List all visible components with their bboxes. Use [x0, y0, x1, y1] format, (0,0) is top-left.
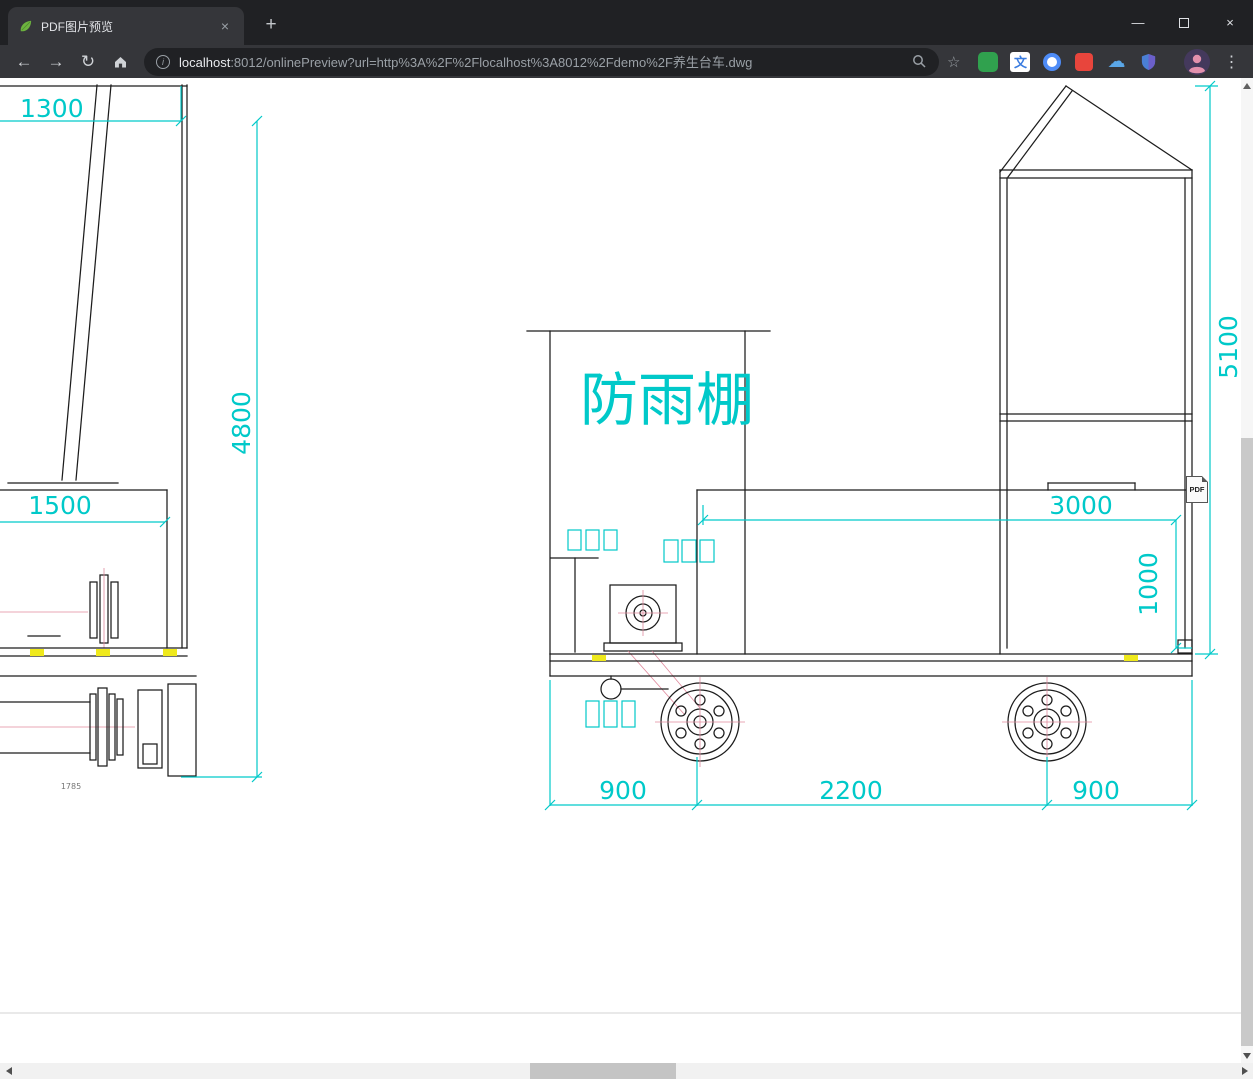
dim-front-overhang: 900	[599, 776, 647, 805]
dim-body-height: 1000	[1134, 552, 1163, 616]
extensions-row: 文 ☁	[978, 51, 1158, 72]
scroll-down-arrow[interactable]	[1241, 1048, 1253, 1063]
scroll-up-arrow[interactable]	[1241, 78, 1253, 93]
bookmark-star-icon[interactable]: ☆	[947, 53, 960, 71]
tab-title: PDF图片预览	[41, 19, 114, 34]
right-arrow-icon	[1241, 1067, 1248, 1075]
dim-left-top-width: 1300	[20, 94, 84, 123]
browser-window: PDF图片预览 × + — × ← → ↻ i localhost:8012/o…	[0, 0, 1253, 1079]
tab-close-icon[interactable]: ×	[216, 17, 234, 35]
dim-tank-width: 1500	[28, 491, 92, 520]
window-minimize-button[interactable]: —	[1115, 0, 1161, 45]
page-info-icon[interactable]: i	[156, 54, 170, 69]
zoom-icon[interactable]	[912, 54, 927, 69]
new-tab-button[interactable]: +	[258, 12, 284, 38]
red-square-icon	[1075, 52, 1094, 71]
window-controls: — ×	[1115, 0, 1253, 45]
extension-icon-blue-ring[interactable]	[1042, 52, 1062, 72]
spring-leaf-favicon	[20, 20, 32, 31]
extension-icon-translate[interactable]: 文	[1010, 51, 1031, 72]
dim-wheelbase: 2200	[819, 776, 883, 805]
forward-button[interactable]: →	[42, 48, 70, 76]
browser-tab[interactable]: PDF图片预览 ×	[8, 7, 244, 45]
left-arrow-icon	[5, 1067, 12, 1075]
vertical-scrollbar-thumb[interactable]	[1241, 438, 1253, 1046]
dim-left-height: 4800	[227, 391, 256, 455]
browser-toolbar: ← → ↻ i localhost:8012/onlinePreview?url…	[0, 45, 1253, 78]
dim-right-height: 5100	[1214, 315, 1241, 379]
shield-icon	[1141, 53, 1156, 70]
cad-drawing: 1785 1300 4800 1500 防雨棚 900 2200 900 300…	[0, 80, 1241, 1014]
scroll-left-arrow[interactable]	[0, 1063, 17, 1079]
vertical-scrollbar[interactable]	[1241, 78, 1253, 1063]
window-maximize-button[interactable]	[1161, 0, 1207, 45]
dim-rear-overhang: 900	[1072, 776, 1120, 805]
home-button[interactable]	[106, 48, 134, 76]
shelter-label: 防雨棚	[580, 366, 754, 434]
extension-icon-cloud[interactable]: ☁	[1106, 51, 1126, 72]
browser-titlebar: PDF图片预览 × + — ×	[0, 0, 1253, 45]
dim-body-width: 3000	[1049, 491, 1113, 520]
back-button[interactable]: ←	[10, 48, 38, 76]
dwg-preview-page: 1785 1300 4800 1500 防雨棚 900 2200 900 300…	[0, 78, 1241, 1063]
scroll-right-arrow[interactable]	[1236, 1063, 1253, 1079]
url-path: :8012/onlinePreview?url=http%3A%2F%2Floc…	[230, 55, 753, 70]
home-icon	[114, 56, 126, 67]
profile-avatar[interactable]	[1184, 48, 1211, 75]
url-host: localhost	[179, 55, 231, 70]
address-bar[interactable]: i localhost:8012/onlinePreview?url=http%…	[144, 47, 939, 76]
pdf-file-icon[interactable]: PDF	[1186, 476, 1208, 503]
browser-menu-icon[interactable]: ⋮	[1218, 48, 1244, 76]
extension-icon-red[interactable]	[1074, 52, 1094, 72]
dim-base-small: 1785	[61, 782, 81, 791]
extension-icon-shield[interactable]	[1138, 52, 1158, 72]
extension-icon-green[interactable]	[978, 51, 999, 72]
down-arrow-icon	[1243, 1052, 1251, 1059]
url-text[interactable]: localhost:8012/onlinePreview?url=http%3A…	[179, 52, 903, 71]
up-arrow-icon	[1243, 82, 1251, 89]
blue-ring-icon	[1043, 52, 1062, 71]
horizontal-scrollbar[interactable]	[0, 1063, 1253, 1079]
window-close-button[interactable]: ×	[1207, 0, 1253, 45]
maximize-icon	[1179, 17, 1189, 28]
avatar-person-icon	[1184, 48, 1211, 75]
reload-button[interactable]: ↻	[74, 48, 102, 76]
horizontal-scrollbar-thumb[interactable]	[530, 1063, 676, 1079]
